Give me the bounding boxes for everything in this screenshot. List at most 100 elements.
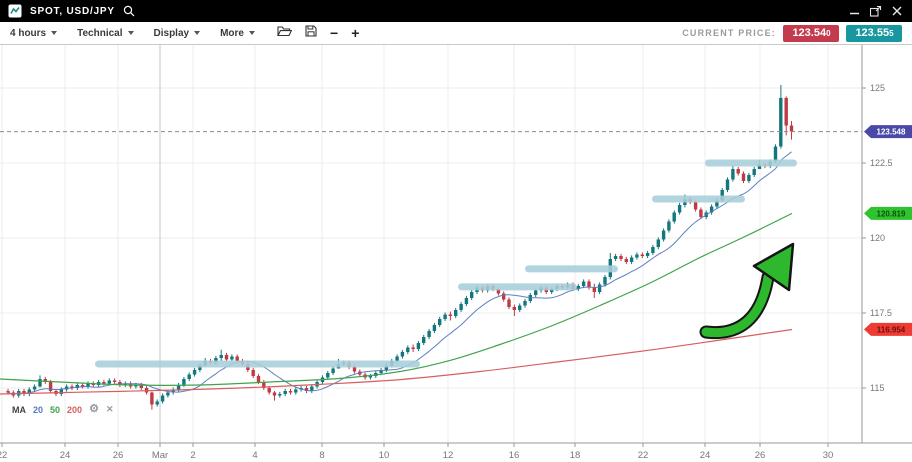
candle — [753, 169, 756, 175]
sr-zone-bar — [95, 361, 420, 368]
candle — [443, 315, 446, 320]
buy-price-badge[interactable]: 123.555 — [846, 25, 902, 42]
candle — [427, 331, 430, 337]
zoom-in-button[interactable]: + — [351, 26, 359, 40]
more-dropdown[interactable]: More — [220, 28, 255, 39]
candle — [108, 381, 111, 384]
x-axis-label: 8 — [319, 450, 324, 461]
indicator-settings-gear-icon[interactable]: ⚙ — [89, 404, 99, 415]
display-dropdown[interactable]: Display — [154, 28, 201, 39]
candle — [326, 373, 329, 378]
x-axis-label: 4 — [252, 450, 257, 461]
x-axis-label: 2 — [190, 450, 195, 461]
candle — [150, 393, 153, 405]
trend-arrow — [706, 244, 793, 333]
x-axis-label: 22 — [638, 450, 649, 461]
sr-zone-bar — [525, 265, 618, 272]
candle — [438, 319, 441, 325]
candle — [454, 310, 457, 316]
chevron-down-icon — [128, 31, 134, 35]
x-axis-label: 26 — [113, 450, 124, 461]
ma-legend: MA 20 50 200 ⚙ ✕ — [12, 404, 113, 415]
chart-area: 222426Mar2481012161822242630125122.51201… — [0, 45, 912, 462]
timeframe-dropdown[interactable]: 4 hours — [10, 28, 57, 39]
sr-zone-bar — [705, 160, 797, 167]
popout-window-icon[interactable] — [870, 5, 882, 17]
x-axis-label: 26 — [755, 450, 766, 461]
ma-period-20: 20 — [33, 405, 43, 415]
candle — [657, 240, 660, 248]
y-axis-label: 120 — [870, 233, 885, 243]
technical-dropdown[interactable]: Technical — [77, 28, 133, 39]
open-folder-icon[interactable] — [277, 24, 292, 42]
x-axis-label: 12 — [443, 450, 454, 461]
minimize-icon[interactable] — [850, 6, 860, 16]
candle — [236, 357, 239, 362]
sell-price-badge[interactable]: 123.540 — [783, 25, 839, 42]
candle — [582, 282, 585, 287]
y-axis-label: 125 — [870, 83, 885, 93]
candle — [6, 391, 9, 393]
save-icon[interactable] — [305, 24, 317, 42]
candle — [507, 300, 510, 308]
close-icon[interactable] — [892, 6, 902, 16]
price-marker-value: 116.954 — [877, 325, 906, 334]
candle — [278, 394, 281, 396]
candle — [230, 357, 233, 360]
candle — [662, 231, 665, 240]
candle — [774, 147, 777, 162]
candle — [667, 222, 670, 231]
y-axis-label: 117.5 — [870, 308, 892, 318]
candle — [523, 301, 526, 306]
candle — [395, 357, 398, 362]
candle — [790, 126, 793, 132]
candle — [518, 306, 521, 311]
instrument-title: SPOT, USD/JPY — [30, 6, 115, 17]
candle — [449, 315, 452, 317]
zoom-out-button[interactable]: − — [330, 26, 338, 40]
candle — [353, 367, 356, 372]
candle — [641, 255, 644, 257]
candle — [38, 379, 41, 387]
candle — [785, 98, 788, 126]
x-axis-label: 24 — [700, 450, 711, 461]
ma-legend-label: MA — [12, 405, 26, 415]
candle — [182, 379, 185, 385]
ma20-line — [8, 152, 792, 394]
candle — [699, 210, 702, 218]
candle — [731, 169, 734, 180]
candle — [268, 388, 271, 393]
candle — [747, 175, 750, 181]
chart-svg[interactable]: 222426Mar2481012161822242630125122.51201… — [0, 45, 912, 462]
search-icon[interactable] — [123, 5, 135, 17]
candle — [113, 381, 116, 383]
candle — [614, 256, 617, 259]
candle — [593, 288, 596, 293]
y-axis-label: 115 — [870, 383, 884, 393]
candle — [284, 391, 287, 394]
candle — [289, 391, 292, 393]
candle — [459, 304, 462, 310]
indicator-remove-icon[interactable]: ✕ — [106, 405, 114, 414]
candle — [220, 355, 223, 358]
candle — [33, 387, 36, 390]
candle — [193, 370, 196, 375]
candle — [156, 402, 159, 405]
candle — [49, 382, 52, 391]
candle — [651, 247, 654, 253]
x-axis-label: 16 — [509, 450, 520, 461]
x-axis-label: 18 — [570, 450, 581, 461]
app-logo-chart-icon — [8, 4, 22, 18]
candle — [102, 382, 105, 384]
candle — [694, 202, 697, 210]
chart-toolbar: 4 hours Technical Display More — [0, 22, 912, 45]
candle — [625, 259, 628, 262]
candle — [161, 396, 164, 402]
chevron-down-icon — [194, 31, 200, 35]
sr-zone-bar — [652, 196, 745, 203]
candle — [60, 390, 63, 395]
candle — [401, 352, 404, 357]
candle — [742, 174, 745, 182]
candle — [619, 256, 622, 259]
candle — [294, 390, 297, 393]
